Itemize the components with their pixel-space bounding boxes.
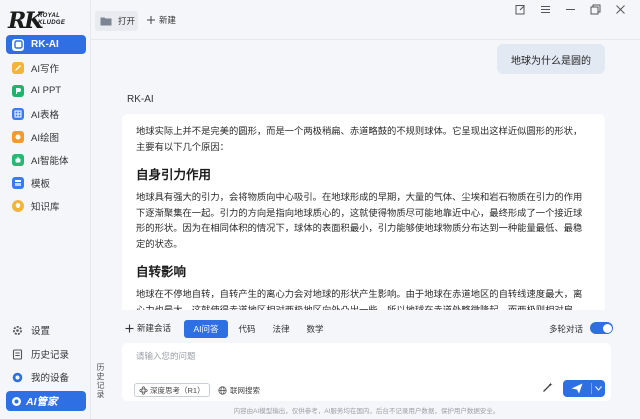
- magic-wand-icon[interactable]: [542, 382, 553, 396]
- window-controls: [515, 4, 626, 15]
- table-icon: [12, 107, 24, 120]
- sidebar-item-ai-writing[interactable]: AI写作: [6, 58, 86, 77]
- plus-icon: [147, 16, 155, 24]
- sidebar-item-label: AI绘图: [31, 132, 59, 144]
- ai-butler-button[interactable]: AI管家: [6, 391, 86, 411]
- devices-label: 我的设备: [31, 373, 70, 384]
- multi-turn-toggle[interactable]: [590, 322, 613, 334]
- sidebar-item-ai-table[interactable]: AI表格: [6, 104, 86, 123]
- disclaimer: 内容由AI模型输出，仅供参考，AI服务均在国内，后台不记录用户数据，保护用户数据…: [233, 408, 500, 415]
- web-search-label: 联网搜索: [230, 385, 260, 395]
- sidebar-item-label: AI写作: [31, 63, 59, 75]
- send-icon: [571, 383, 583, 394]
- sidebar-item-ai-agent[interactable]: AI智能体: [6, 150, 86, 169]
- open-tab[interactable]: 打开: [95, 11, 138, 31]
- folder-icon: [100, 17, 112, 26]
- sidebar-item-label: AI智能体: [31, 155, 69, 167]
- answer-intro: 地球实际上并不是完美的圆形，而是一个两极稍扁、赤道略鼓的不规则球体。它呈现出这样…: [136, 126, 583, 152]
- open-tab-label: 打开: [118, 16, 136, 26]
- answer-paragraph: 地球在不停地自转，自转产生的离心力会对地球的形状产生影响。由于地球在赤道地区的自…: [136, 289, 583, 310]
- atom-icon: [139, 385, 148, 395]
- rk-ai-icon: [12, 38, 24, 51]
- agent-icon: [12, 153, 24, 166]
- minimize-icon[interactable]: [565, 4, 576, 15]
- device-icon: [12, 372, 23, 383]
- deep-think-label: 深度思考（R1）: [150, 385, 205, 395]
- writing-icon: [12, 61, 24, 74]
- new-chat-label: 新建会话: [137, 323, 172, 333]
- plus-icon: [125, 324, 134, 332]
- new-chat-button[interactable]: 新建会话: [125, 322, 171, 334]
- sidebar: RK ROYAL KLUDGE RK-AI AI写作 AI PPT AI表格 A…: [0, 0, 91, 419]
- sidebar-item-ai-ppt[interactable]: AI PPT: [6, 81, 86, 100]
- sidebar-item-ai-paint[interactable]: AI绘图: [6, 127, 86, 146]
- ppt-icon: [12, 84, 24, 97]
- tab-math[interactable]: 数学: [301, 320, 329, 338]
- multi-turn-label: 多轮对话: [548, 324, 583, 334]
- ai-butler-icon: [11, 396, 22, 407]
- answer-heading: 自转影响: [136, 265, 187, 279]
- sidebar-settings[interactable]: 设置: [6, 321, 86, 339]
- new-tab-label: 新建: [159, 15, 177, 25]
- sidebar-item-template[interactable]: 模板: [6, 173, 86, 192]
- sidebar-my-devices[interactable]: 我的设备: [6, 368, 86, 386]
- new-tab-button[interactable]: 新建: [146, 14, 176, 26]
- sidebar-item-rk-ai[interactable]: RK-AI: [6, 35, 86, 54]
- input-toolbar: 新建会话 AI问答 代码 法律 数学 多轮对话: [114, 319, 614, 339]
- tab-ai-qa[interactable]: AI问答: [184, 320, 228, 338]
- history-icon: [12, 348, 23, 360]
- logo-mark: RK: [8, 8, 43, 34]
- chat-area: 地球为什么是圆的 RK-AI 地球实际上并不是完美的圆形，而是一个两极稍扁、赤道…: [105, 40, 640, 310]
- ai-butler-label: AI管家: [26, 395, 58, 408]
- answer-paragraph: 地球具有强大的引力，会将物质向中心吸引。在地球形成的早期，大量的气体、尘埃和岩石…: [136, 192, 583, 249]
- bot-name: RK-AI: [127, 94, 154, 105]
- sidebar-item-label: AI表格: [31, 109, 59, 121]
- top-bar: 打开 新建: [91, 0, 640, 40]
- gear-icon: [12, 325, 23, 336]
- web-search-toggle[interactable]: 联网搜索: [214, 383, 264, 397]
- sidebar-item-label: AI PPT: [31, 85, 62, 96]
- send-button[interactable]: [563, 380, 605, 397]
- history-side-tab[interactable]: 历史记录: [91, 363, 105, 399]
- user-message: 地球为什么是圆的: [497, 44, 605, 74]
- knowledge-icon: [12, 199, 24, 212]
- globe-icon: [218, 385, 227, 395]
- sidebar-item-knowledge[interactable]: 知识库: [6, 196, 86, 215]
- input-box: 深度思考（R1） 联网搜索: [122, 343, 611, 401]
- restore-icon[interactable]: [590, 4, 601, 15]
- answer-card: 地球实际上并不是完美的圆形，而是一个两极稍扁、赤道略鼓的不规则球体。它呈现出这样…: [122, 114, 605, 310]
- deep-think-toggle[interactable]: 深度思考（R1）: [134, 383, 210, 397]
- menu-icon[interactable]: [540, 4, 551, 15]
- settings-label: 设置: [31, 326, 51, 337]
- sidebar-item-label: 模板: [31, 178, 51, 190]
- tab-code[interactable]: 代码: [233, 320, 261, 338]
- chevron-down-icon: [595, 386, 602, 391]
- sidebar-item-label: RK-AI: [31, 39, 59, 50]
- close-icon[interactable]: [615, 4, 626, 15]
- history-label: 历史记录: [31, 350, 70, 361]
- sidebar-history[interactable]: 历史记录: [6, 345, 86, 363]
- sidebar-item-label: 知识库: [31, 201, 60, 213]
- brand-logo: RK ROYAL KLUDGE: [8, 9, 84, 33]
- template-icon: [12, 176, 24, 189]
- paint-icon: [12, 130, 24, 143]
- question-input[interactable]: [136, 349, 576, 363]
- answer-heading: 自身引力作用: [136, 168, 212, 182]
- edit-icon[interactable]: [515, 4, 526, 15]
- send-divider: [591, 383, 592, 394]
- tab-law[interactable]: 法律: [267, 320, 295, 338]
- logo-subtext: ROYAL KLUDGE: [38, 13, 66, 26]
